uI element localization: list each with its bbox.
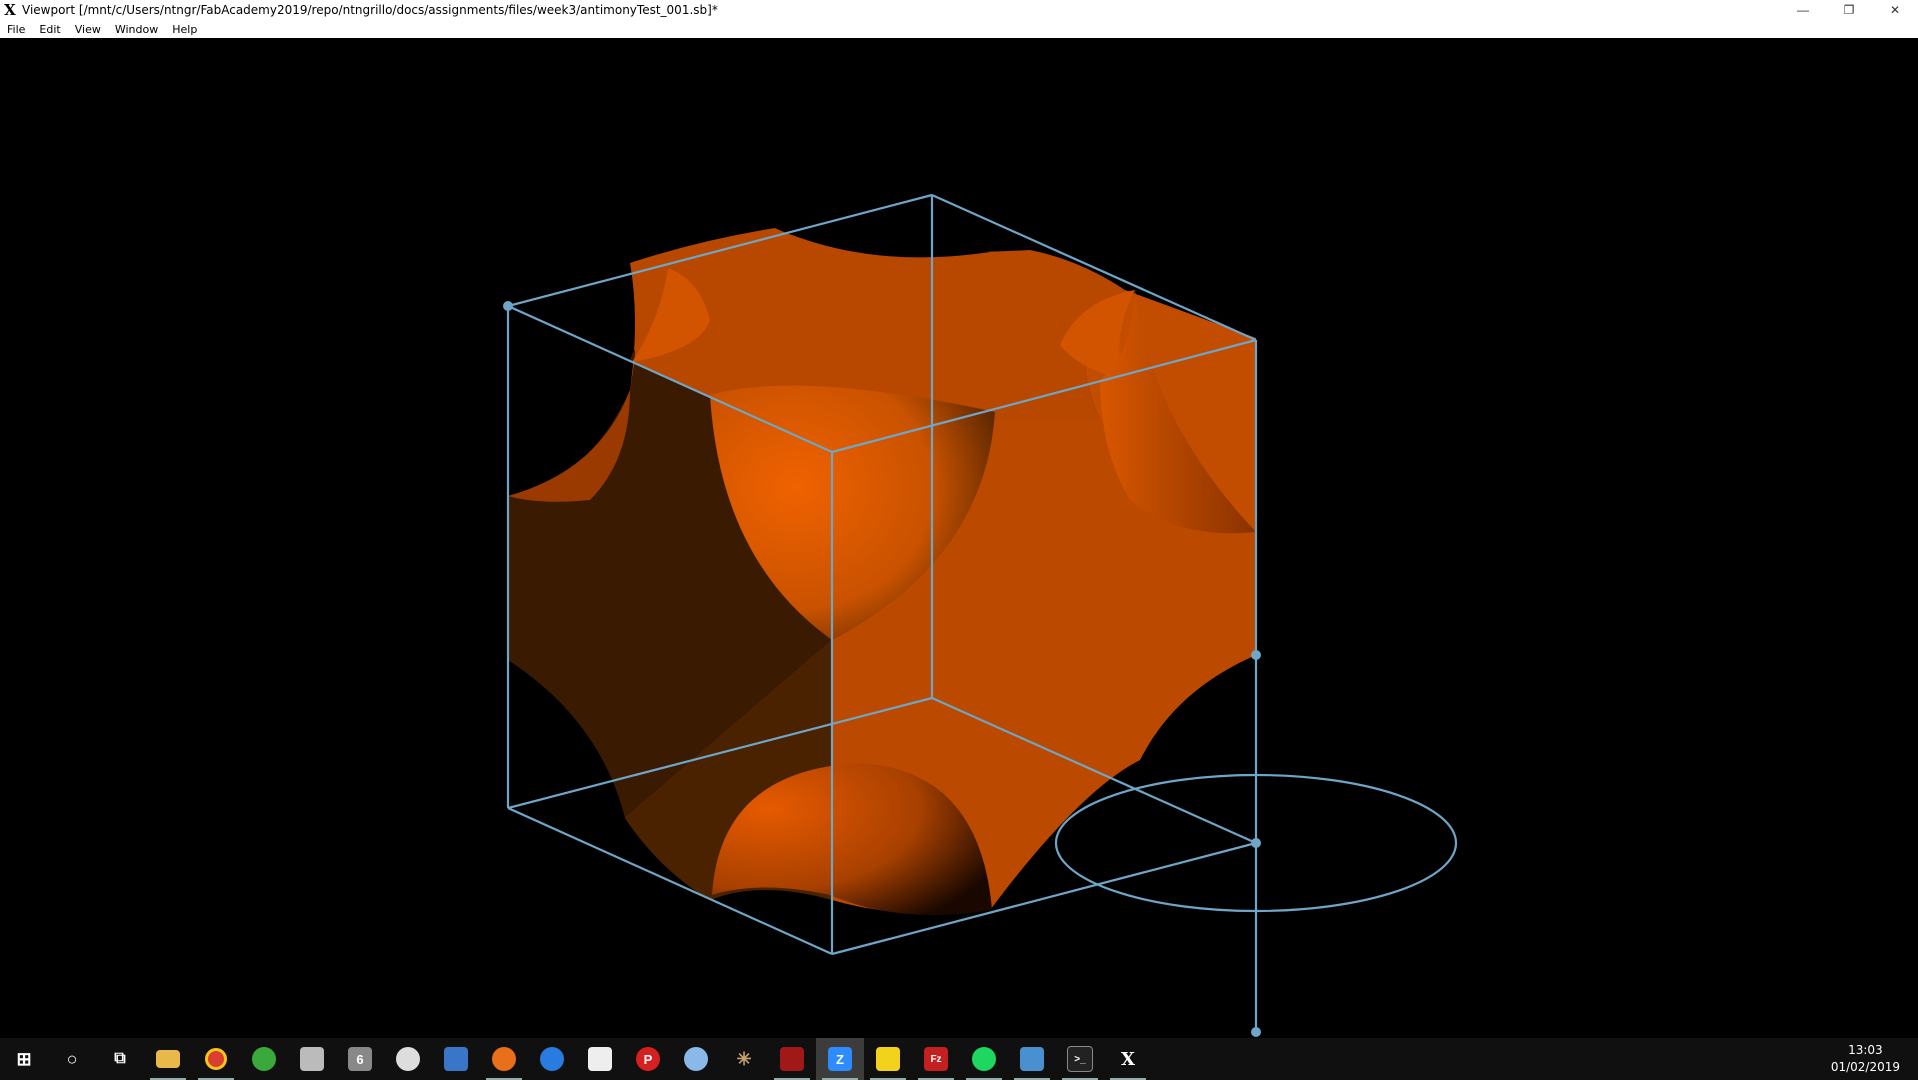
molecule-icon[interactable]: ✳ (720, 1038, 768, 1080)
zoom-icon[interactable]: Z (816, 1038, 864, 1080)
solid-shape (508, 228, 1256, 915)
menu-view[interactable]: View (68, 23, 108, 36)
file-explorer-glyph (156, 1050, 180, 1068)
spotify-glyph (972, 1047, 996, 1071)
rhino6-glyph: 6 (348, 1047, 372, 1071)
windows-taskbar: ⊞ ○ ⧉ 6 P ✳ Z Fz >_ X (0, 1038, 1918, 1080)
viewport-canvas[interactable] (0, 38, 1918, 1038)
sticky-notes-glyph (876, 1047, 900, 1071)
network-icon[interactable] (432, 1038, 480, 1080)
cortana-search-icon[interactable]: ○ (48, 1038, 96, 1080)
firefox-icon[interactable] (480, 1038, 528, 1080)
antimony-glyph: X (1121, 1048, 1135, 1070)
mail-icon[interactable] (528, 1038, 576, 1080)
antimony-icon[interactable]: X (1104, 1038, 1152, 1080)
fusion-icon[interactable] (288, 1038, 336, 1080)
calendar-glyph (588, 1047, 612, 1071)
rhino6-icon[interactable]: 6 (336, 1038, 384, 1080)
task-view-glyph: ⧉ (114, 1050, 126, 1067)
menu-help[interactable]: Help (165, 23, 204, 36)
terminal-icon[interactable]: >_ (1056, 1038, 1104, 1080)
sticky-notes-icon[interactable] (864, 1038, 912, 1080)
menu-edit[interactable]: Edit (32, 23, 67, 36)
window-title: Viewport [/mnt/c/Users/ntngr/FabAcademy2… (22, 3, 718, 17)
file-explorer-icon[interactable] (144, 1038, 192, 1080)
cortana-glyph: ○ (66, 1048, 78, 1069)
molecule-glyph: ✳ (736, 1048, 752, 1069)
zoom-glyph: Z (828, 1047, 852, 1071)
task-view-icon[interactable]: ⧉ (96, 1038, 144, 1080)
sketch-tool-icon[interactable] (768, 1038, 816, 1080)
chrome-glyph (205, 1048, 227, 1070)
firefox-glyph (492, 1047, 516, 1071)
windows-start-icon[interactable]: ⊞ (0, 1038, 48, 1080)
close-button[interactable]: ✕ (1872, 0, 1918, 20)
photos-glyph (1020, 1047, 1044, 1071)
paint-glyph (396, 1047, 420, 1071)
mail-glyph (540, 1047, 564, 1071)
control-point (1251, 1027, 1261, 1037)
control-point (1251, 838, 1261, 848)
minimize-button[interactable]: — (1780, 0, 1826, 20)
terminal-glyph: >_ (1067, 1046, 1093, 1072)
powerpoint-glyph: P (636, 1047, 660, 1071)
spotify-icon[interactable] (960, 1038, 1008, 1080)
restore-button[interactable]: ❐ (1826, 0, 1872, 20)
control-point (503, 301, 513, 311)
filezilla-glyph: Fz (924, 1047, 948, 1071)
bluetooth-icon[interactable] (672, 1038, 720, 1080)
chrome-icon[interactable] (192, 1038, 240, 1080)
menu-window[interactable]: Window (108, 23, 165, 36)
clock-time: 13:03 (1848, 1043, 1883, 1057)
3d-viewport[interactable] (0, 38, 1918, 1038)
system-clock[interactable]: 13:03 01/02/2019 (1831, 1042, 1900, 1076)
app-logo-icon: X (4, 1, 16, 19)
powerpoint-icon[interactable]: P (624, 1038, 672, 1080)
menu-file[interactable]: File (0, 23, 32, 36)
paint-icon[interactable] (384, 1038, 432, 1080)
window-titlebar: X Viewport [/mnt/c/Users/ntngr/FabAcadem… (0, 0, 1918, 20)
sketch-tool-glyph (780, 1047, 804, 1071)
network-glyph (444, 1047, 468, 1071)
inkscape-glyph (252, 1047, 276, 1071)
menu-bar: File Edit View Window Help (0, 20, 1918, 39)
bluetooth-glyph (684, 1047, 708, 1071)
control-point (1251, 650, 1261, 660)
fusion-glyph (300, 1047, 324, 1071)
window-controls: — ❐ ✕ (1780, 0, 1918, 20)
clock-date: 01/02/2019 (1830, 1060, 1900, 1074)
windows-start-glyph: ⊞ (16, 1048, 32, 1069)
inkscape-icon[interactable] (240, 1038, 288, 1080)
calendar-icon[interactable] (576, 1038, 624, 1080)
photos-icon[interactable] (1008, 1038, 1056, 1080)
filezilla-icon[interactable]: Fz (912, 1038, 960, 1080)
